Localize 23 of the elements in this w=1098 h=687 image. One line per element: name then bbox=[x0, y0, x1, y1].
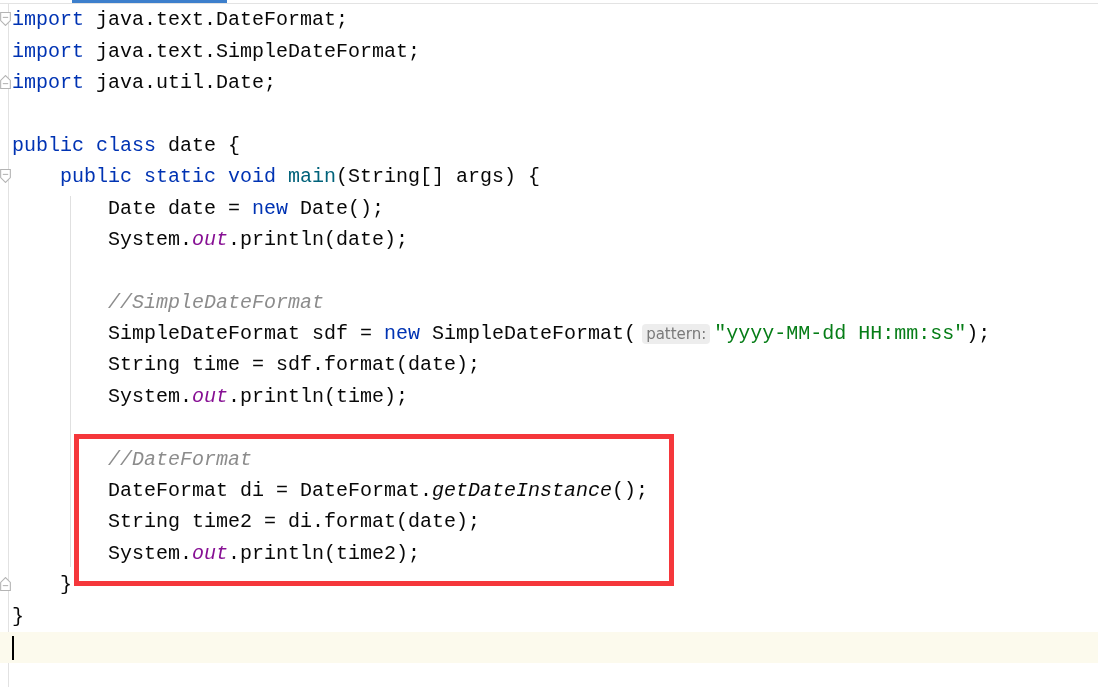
code-line: DateFormat di = DateFormat.getDateInstance(); bbox=[107, 479, 649, 503]
code-line: //SimpleDateFormat bbox=[107, 290, 325, 314]
fold-marker-icon[interactable] bbox=[0, 74, 11, 89]
code-line: import java.text.SimpleDateFormat; bbox=[12, 39, 421, 63]
code-line: System.out.println(time); bbox=[107, 384, 409, 408]
code-line: } bbox=[12, 604, 24, 628]
fold-marker-icon[interactable] bbox=[0, 577, 11, 592]
code-line: Date date = new Date(); bbox=[107, 196, 385, 220]
code-text: SimpleDateFormat sdf = new SimpleDateFormat( bbox=[107, 322, 637, 346]
code-line: //DateFormat bbox=[107, 447, 253, 471]
code-line: import java.util.Date; bbox=[12, 70, 277, 94]
code-line: import java.text.DateFormat; bbox=[12, 8, 349, 32]
code-line: System.out.println(time2); bbox=[107, 541, 421, 565]
fold-marker-icon[interactable] bbox=[0, 168, 11, 183]
code-line: String time2 = di.format(date); bbox=[107, 510, 481, 534]
fold-marker-icon[interactable] bbox=[0, 12, 11, 26]
parameter-hint: pattern: bbox=[642, 323, 711, 344]
code-text: "yyyy-MM-dd HH:mm:ss"); bbox=[714, 322, 991, 346]
code-line: public class date { bbox=[12, 133, 241, 157]
code-line: public static void main(String[] args) { bbox=[59, 165, 541, 189]
code-line: String time = sdf.format(date); bbox=[107, 353, 481, 377]
code-line: } bbox=[59, 573, 72, 597]
code-line: System.out.println(date); bbox=[107, 227, 409, 251]
